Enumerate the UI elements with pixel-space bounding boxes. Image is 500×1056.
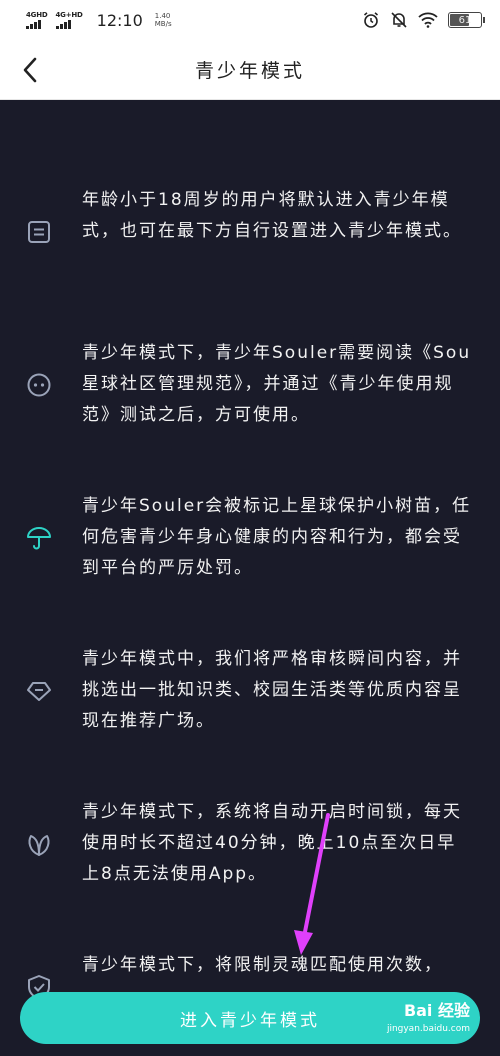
- network-speed: 1.40 MB/s: [154, 12, 172, 28]
- item-text: 青少年模式下，将限制灵魂匹配使用次数，: [82, 955, 443, 975]
- status-left: 4GHD 4G+HD 12:10 1.40 MB/s: [26, 11, 172, 30]
- status-bar: 4GHD 4G+HD 12:10 1.40 MB/s 61: [0, 0, 500, 40]
- item-text: 青少年Souler会被标记上星球保护小树苗，任何危害青少年身心健康的内容和行为，…: [82, 496, 472, 578]
- page-title: 青少年模式: [194, 60, 305, 82]
- status-time: 12:10: [96, 10, 143, 30]
- alarm-icon: [363, 12, 379, 28]
- mute-bell-icon: [391, 12, 407, 28]
- umbrella-icon: [27, 527, 51, 550]
- item-text: 青少年模式中，我们将严格审核瞬间内容，并挑选出一批知识类、校园生活类等优质内容呈…: [82, 649, 462, 731]
- navigation-bar: 青少年模式: [0, 40, 500, 100]
- status-right: 61: [362, 11, 485, 29]
- signal-sim1-icon: 4GHD: [26, 11, 48, 29]
- item-text: 年龄小于18周岁的用户将默认进入青少年模式，也可在最下方自行设置进入青少年模式。: [82, 190, 462, 241]
- battery-icon: 61: [448, 12, 485, 28]
- item-text: 青少年模式下，青少年Souler需要阅读《Sou星球社区管理规范》，并通过《青少…: [82, 343, 472, 425]
- wifi-icon: [418, 12, 438, 28]
- leaf-icon: [28, 835, 50, 856]
- back-button[interactable]: [14, 54, 46, 86]
- chevron-left-icon: [23, 57, 37, 83]
- smile-face-icon: [27, 373, 51, 397]
- item-text: 青少年模式下，系统将自动开启时间锁，每天使用时长不超过40分钟，晚上10点至次日…: [82, 802, 462, 884]
- youth-mode-info-list: 年龄小于18周岁的用户将默认进入青少年模式，也可在最下方自行设置进入青少年模式。…: [0, 101, 500, 1056]
- baidu-jingyan-watermark: Bai 经验 jingyan.baidu.com: [386, 1001, 470, 1035]
- document-icon: [28, 221, 50, 243]
- diamond-icon: [27, 682, 51, 701]
- signal-sim2-icon: 4G+HD: [55, 11, 83, 29]
